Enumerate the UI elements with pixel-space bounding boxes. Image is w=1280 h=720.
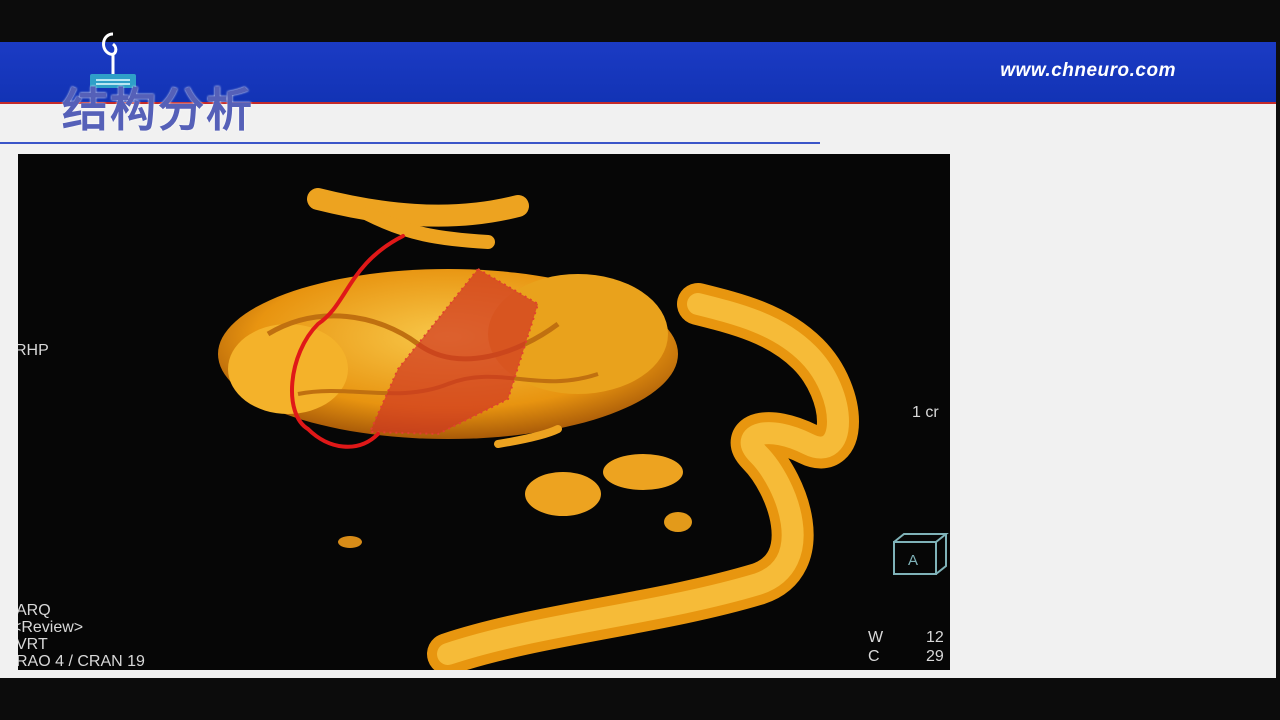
angiography-3d-render: RHP 1 cr A ARQ <Review> VRT RAO 4 / CRAN… (18, 154, 950, 670)
window-center-label: C (868, 648, 880, 665)
bottom-letterbox (0, 678, 1280, 720)
scale-label: 1 cr (912, 404, 939, 421)
slide-title: 结构分析 (62, 83, 254, 137)
top-letterbox (0, 0, 1280, 42)
window-width-value: 12 (926, 629, 944, 646)
projection-angle: RAO 4 / CRAN 19 (18, 653, 145, 670)
website-url: www.chneuro.com (1000, 60, 1176, 81)
window-width-label: W (868, 629, 884, 646)
series-id: ARQ (18, 602, 51, 619)
anterior-label: A (908, 552, 919, 569)
presentation-slide: www.chneuro.com 结构分析 RHP 1 cr A ARQ <Rev… (0, 32, 1276, 678)
window-center-value: 29 (926, 648, 944, 665)
orientation-cube-icon (893, 533, 949, 575)
orientation-label: RHP (18, 342, 49, 359)
vessel-render-graphic (218, 188, 949, 670)
render-mode: VRT (18, 636, 48, 653)
title-divider (0, 142, 820, 144)
review-label: <Review> (18, 619, 84, 636)
